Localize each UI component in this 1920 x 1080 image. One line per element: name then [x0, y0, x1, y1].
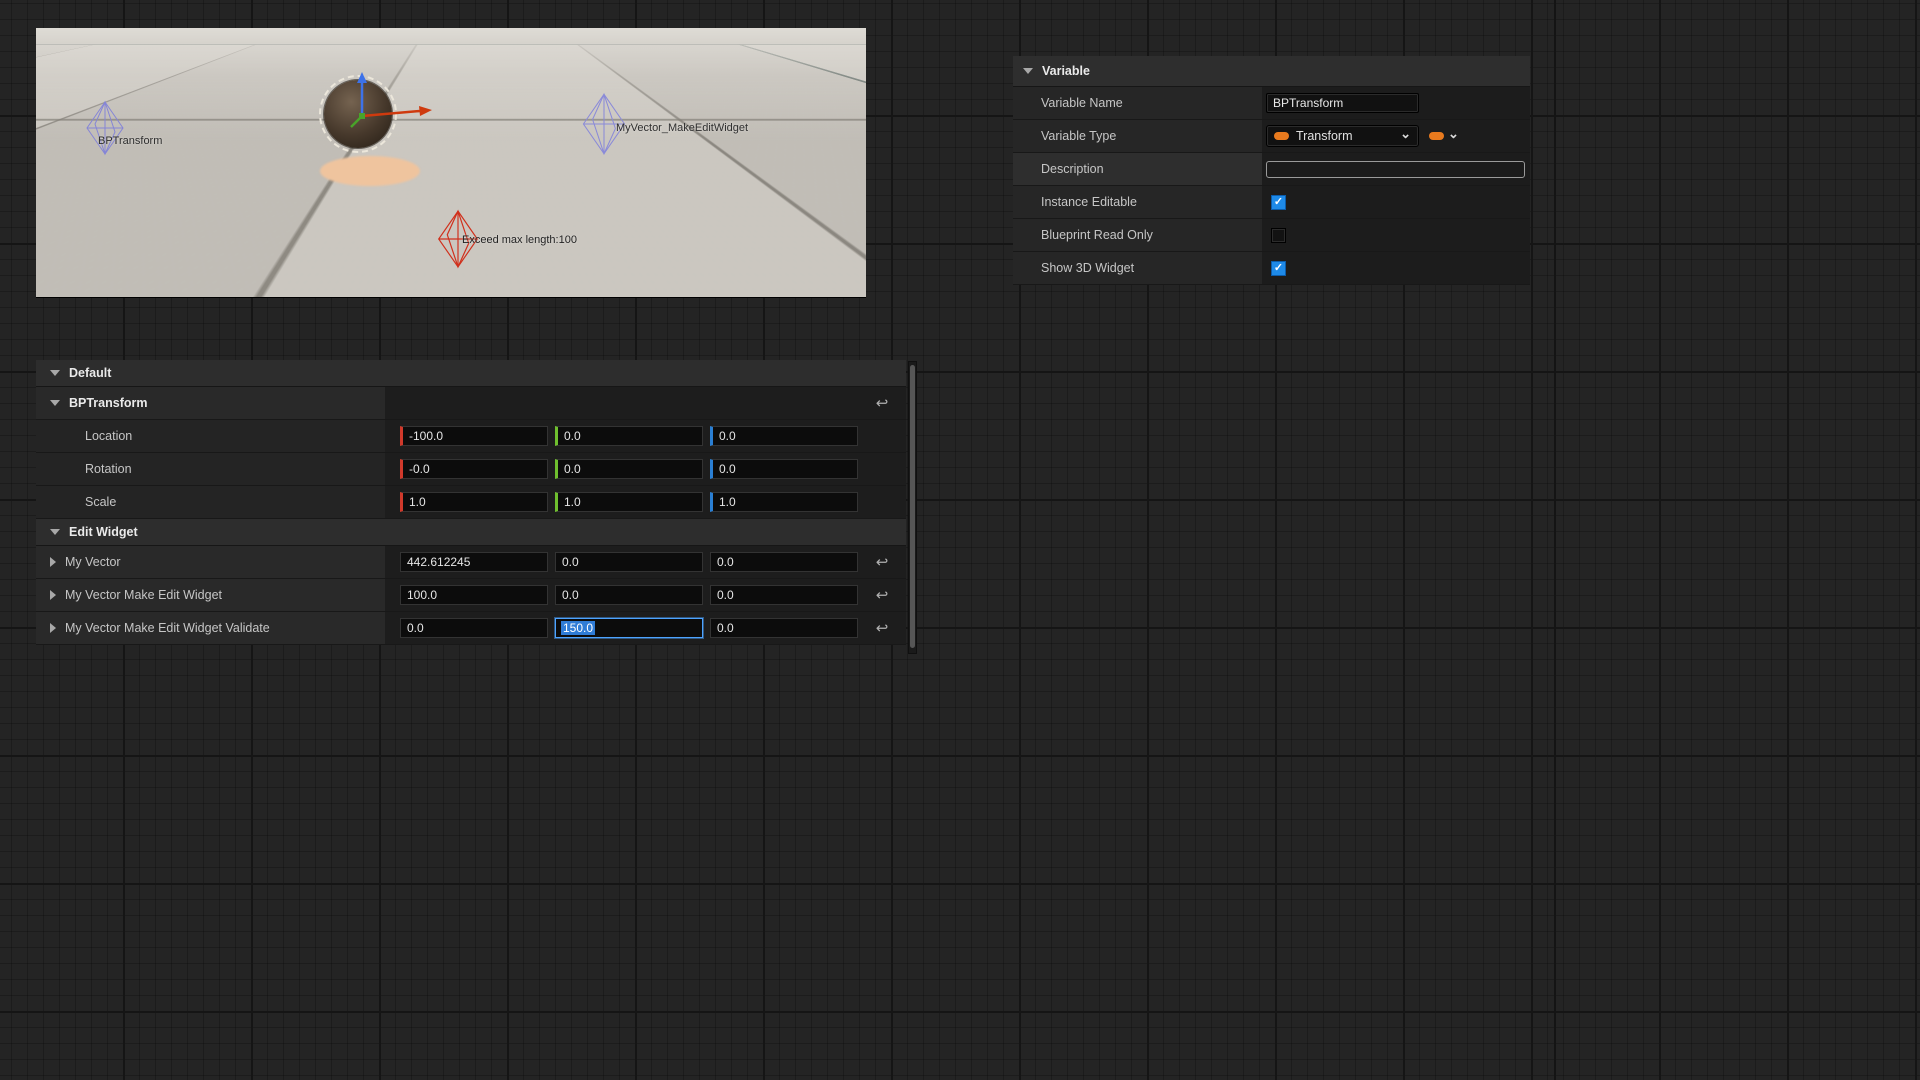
variable-name-row: Variable Name	[1013, 87, 1530, 120]
reset-to-default-icon[interactable]: ↩	[876, 619, 889, 637]
variable-panel: Variable Variable Name Variable Type Tra…	[1013, 56, 1530, 285]
blueprint-read-only-label: Blueprint Read Only	[1013, 219, 1262, 251]
location-label: Location	[85, 429, 132, 443]
blueprint-editor-background[interactable]: BPTransform MyVector_MakeEditWidget	[0, 0, 1920, 1080]
scrollbar-thumb[interactable]	[910, 365, 915, 648]
variable-section-title: Variable	[1042, 64, 1090, 78]
sphere-shadow	[320, 156, 420, 186]
check-icon: ✓	[1274, 263, 1283, 274]
my-vector-make-edit-widget-label: My Vector Make Edit Widget	[65, 588, 222, 602]
expand-arrow-icon[interactable]	[50, 623, 56, 633]
transform-type-pill-icon	[1274, 132, 1289, 140]
make-edit-widget-y-input[interactable]	[555, 585, 703, 605]
rotation-label: Rotation	[85, 462, 132, 476]
my-vector-make-edit-widget-validate-row: My Vector Make Edit Widget Validate 150.…	[36, 612, 906, 645]
collapse-arrow-icon	[50, 370, 60, 376]
validate-z-input[interactable]	[710, 618, 858, 638]
gizmo-x-axis	[362, 111, 420, 116]
collapse-arrow-icon	[50, 529, 60, 535]
panel-splitter[interactable]	[1554, 0, 1556, 1080]
container-type-pill-icon[interactable]	[1429, 132, 1444, 140]
validate-x-input[interactable]	[400, 618, 548, 638]
bptransform-widget-label: BPTransform	[98, 135, 162, 147]
show-3d-widget-row: Show 3D Widget ✓	[1013, 252, 1530, 285]
viewport-preview[interactable]: BPTransform MyVector_MakeEditWidget	[36, 28, 866, 298]
collapse-arrow-icon[interactable]	[50, 400, 60, 406]
make-edit-widget-x-input[interactable]	[400, 585, 548, 605]
category-edit-widget-title: Edit Widget	[69, 525, 138, 539]
show-3d-widget-label: Show 3D Widget	[1013, 252, 1262, 284]
bptransform-property-label: BPTransform	[69, 396, 148, 410]
reset-to-default-icon[interactable]: ↩	[876, 553, 889, 571]
variable-type-value: Transform	[1296, 129, 1353, 143]
validate-y-input[interactable]: 150.0	[555, 618, 703, 638]
scale-z-input[interactable]	[710, 492, 858, 512]
blueprint-read-only-row: Blueprint Read Only ✓	[1013, 219, 1530, 252]
description-row: Description	[1013, 153, 1530, 186]
expand-arrow-icon[interactable]	[50, 557, 56, 567]
my-vector-row: My Vector ↩	[36, 546, 906, 579]
details-panel: Default BPTransform ↩ Location Rotation	[36, 360, 906, 645]
rotation-z-input[interactable]	[710, 459, 858, 479]
my-vector-label: My Vector	[65, 555, 121, 569]
description-label: Description	[1013, 153, 1262, 185]
details-scrollbar[interactable]	[908, 361, 917, 654]
instance-editable-row: Instance Editable ✓	[1013, 186, 1530, 219]
exceed-max-label: Exceed max length:100	[462, 234, 577, 246]
reset-to-default-icon[interactable]: ↩	[876, 394, 889, 412]
my-vector-x-input[interactable]	[400, 552, 548, 572]
description-input[interactable]	[1266, 161, 1525, 178]
rotation-y-input[interactable]	[555, 459, 703, 479]
selected-text: 150.0	[561, 621, 595, 635]
variable-section-header[interactable]: Variable	[1013, 56, 1530, 87]
variable-name-label: Variable Name	[1013, 87, 1262, 119]
blueprint-read-only-checkbox[interactable]: ✓	[1271, 228, 1286, 243]
instance-editable-label: Instance Editable	[1013, 186, 1262, 218]
scale-x-input[interactable]	[400, 492, 548, 512]
category-default-title: Default	[69, 366, 111, 380]
category-edit-widget[interactable]: Edit Widget	[36, 519, 906, 546]
location-x-input[interactable]	[400, 426, 548, 446]
make-edit-widget-z-input[interactable]	[710, 585, 858, 605]
collapse-arrow-icon	[1023, 68, 1033, 74]
variable-type-row: Variable Type Transform ⌄ ⌄	[1013, 120, 1530, 153]
expand-arrow-icon[interactable]	[50, 590, 56, 600]
check-icon: ✓	[1274, 197, 1283, 208]
scale-row: Scale	[36, 486, 906, 519]
scale-y-input[interactable]	[555, 492, 703, 512]
location-y-input[interactable]	[555, 426, 703, 446]
container-chevron-down-icon[interactable]: ⌄	[1448, 129, 1459, 139]
show-3d-widget-checkbox[interactable]: ✓	[1271, 261, 1286, 276]
location-row: Location	[36, 420, 906, 453]
category-default[interactable]: Default	[36, 360, 906, 387]
location-z-input[interactable]	[710, 426, 858, 446]
bptransform-3d-widget-icon[interactable]	[83, 100, 127, 156]
bptransform-property-row[interactable]: BPTransform ↩	[36, 387, 906, 420]
my-vector-make-edit-widget-row: My Vector Make Edit Widget ↩	[36, 579, 906, 612]
my-vector-make-edit-widget-validate-label: My Vector Make Edit Widget Validate	[65, 621, 270, 635]
rotation-x-input[interactable]	[400, 459, 548, 479]
chevron-down-icon: ⌄	[1400, 129, 1411, 139]
my-vector-z-input[interactable]	[710, 552, 858, 572]
rotation-row: Rotation	[36, 453, 906, 486]
variable-type-label: Variable Type	[1013, 120, 1262, 152]
scale-label: Scale	[85, 495, 116, 509]
variable-type-dropdown[interactable]: Transform ⌄	[1266, 125, 1419, 147]
myvector-widget-label: MyVector_MakeEditWidget	[616, 122, 748, 134]
reset-to-default-icon[interactable]: ↩	[876, 586, 889, 604]
transform-gizmo[interactable]	[348, 70, 458, 150]
variable-name-input[interactable]	[1266, 93, 1419, 113]
instance-editable-checkbox[interactable]: ✓	[1271, 195, 1286, 210]
my-vector-y-input[interactable]	[555, 552, 703, 572]
